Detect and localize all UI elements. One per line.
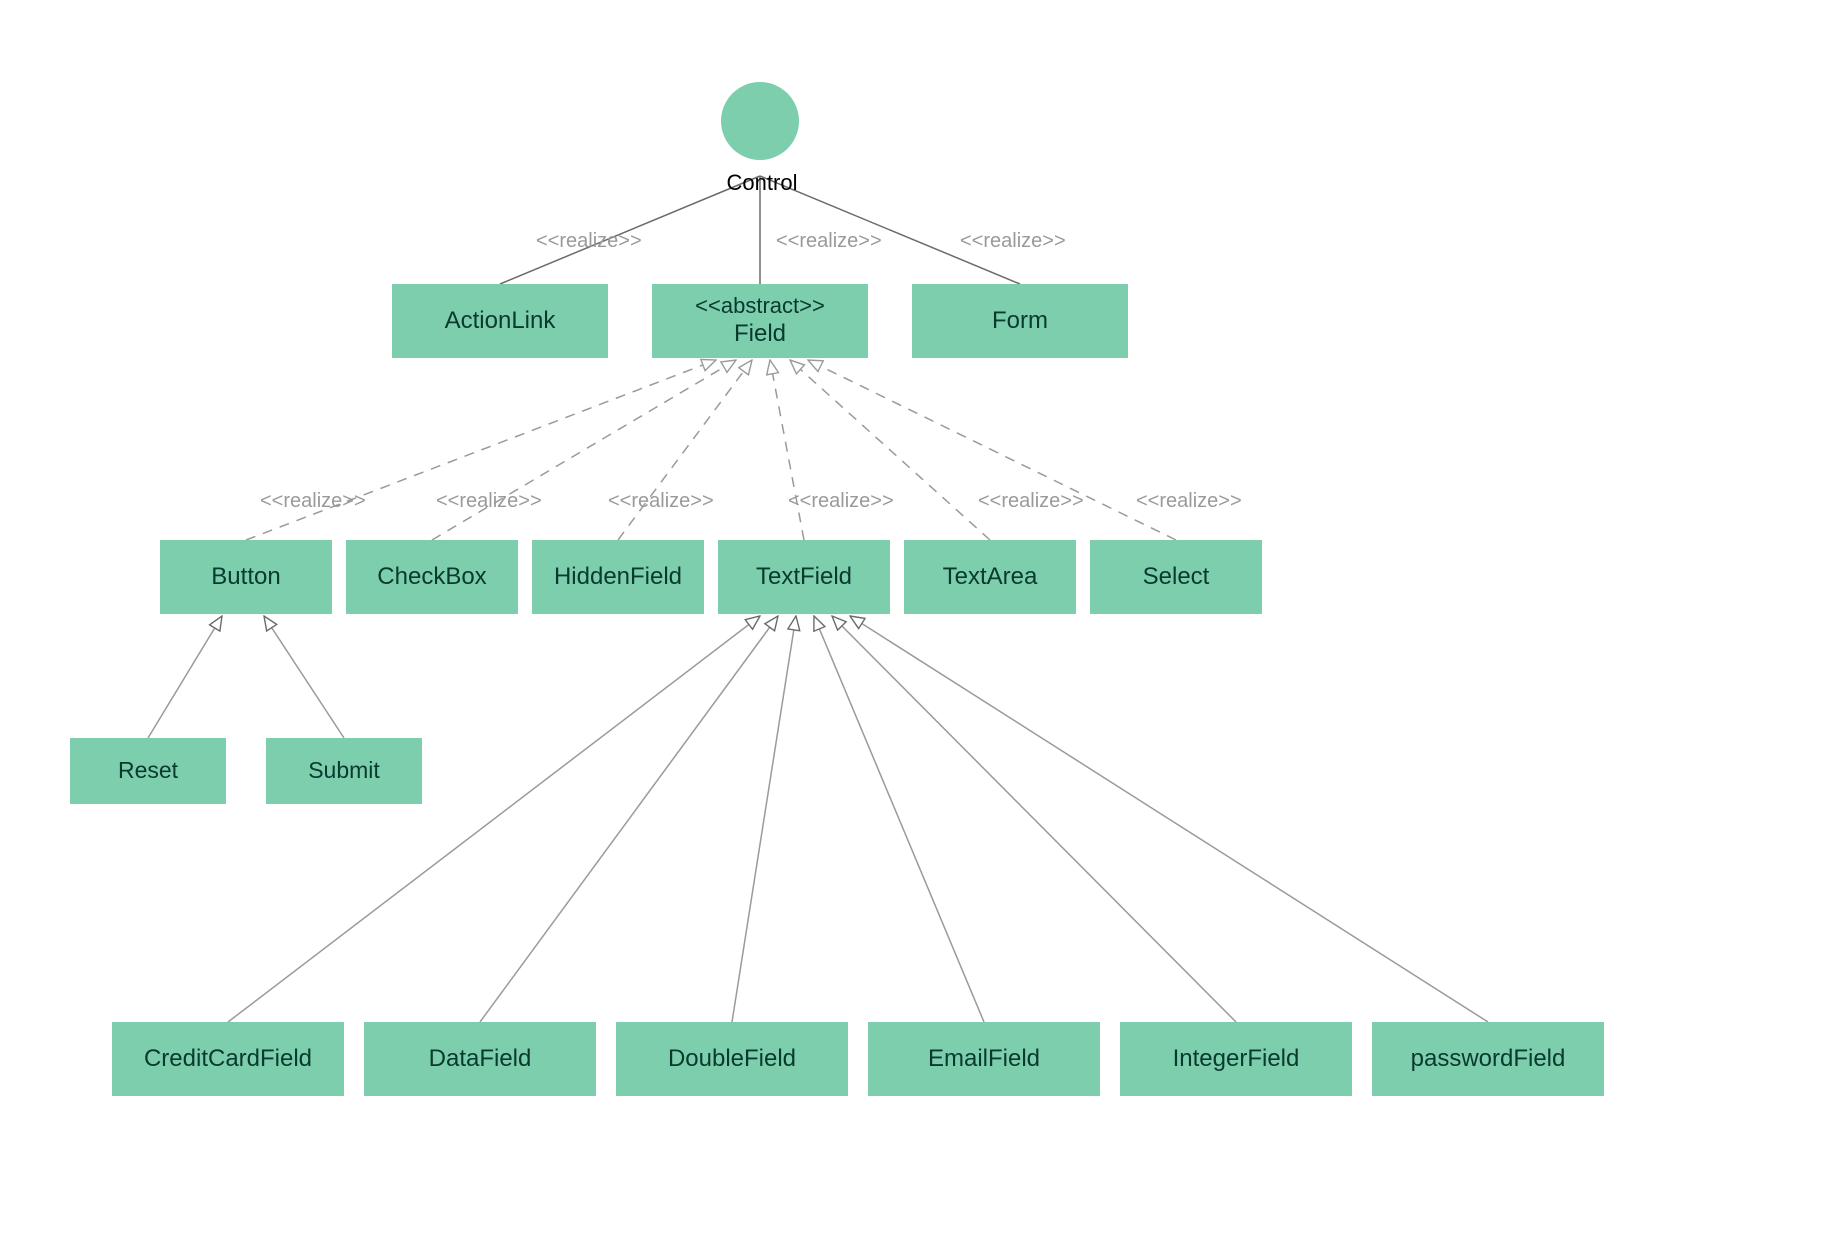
- node-label: IntegerField: [1173, 1045, 1300, 1074]
- edge-label-realize: <<realize>>: [436, 490, 542, 513]
- node-form: Form: [912, 284, 1128, 358]
- node-label: Field: [734, 320, 786, 349]
- node-label: Select: [1143, 563, 1210, 592]
- node-textarea: TextArea: [904, 540, 1076, 614]
- edge-label-realize: <<realize>>: [978, 490, 1084, 513]
- node-label: TextField: [756, 563, 852, 592]
- node-label: Reset: [118, 757, 178, 785]
- node-label: ActionLink: [445, 307, 556, 336]
- node-datafield: DataField: [364, 1022, 596, 1096]
- node-integerfield: IntegerField: [1120, 1022, 1352, 1096]
- node-label: DataField: [429, 1045, 532, 1074]
- edge-label-realize: <<realize>>: [260, 490, 366, 513]
- node-submit: Submit: [266, 738, 422, 804]
- node-label: DoubleField: [668, 1045, 796, 1074]
- control-label: Control: [722, 170, 802, 196]
- node-passwordfield: passwordField: [1372, 1022, 1604, 1096]
- node-label: EmailField: [928, 1045, 1040, 1074]
- node-emailfield: EmailField: [868, 1022, 1100, 1096]
- node-button: Button: [160, 540, 332, 614]
- node-label: Form: [992, 307, 1048, 336]
- node-label: passwordField: [1411, 1045, 1566, 1074]
- node-label: CreditCardField: [144, 1045, 312, 1074]
- node-doublefield: DoubleField: [616, 1022, 848, 1096]
- node-stereotype: <<abstract>>: [695, 293, 825, 319]
- edge-label-realize: <<realize>>: [536, 230, 642, 253]
- edge-label-realize: <<realize>>: [1136, 490, 1242, 513]
- edge-label-realize: <<realize>>: [608, 490, 714, 513]
- node-select: Select: [1090, 540, 1262, 614]
- edge-label-realize: <<realize>>: [960, 230, 1066, 253]
- node-textfield: TextField: [718, 540, 890, 614]
- node-label: Submit: [308, 757, 380, 785]
- node-actionlink: ActionLink: [392, 284, 608, 358]
- node-label: CheckBox: [377, 563, 486, 592]
- control-interface-circle: [721, 82, 799, 160]
- node-hiddenfield: HiddenField: [532, 540, 704, 614]
- node-label: Button: [211, 563, 280, 592]
- node-field: <<abstract>> Field: [652, 284, 868, 358]
- node-label: HiddenField: [554, 563, 682, 592]
- edge-label-realize: <<realize>>: [788, 490, 894, 513]
- node-creditcardfield: CreditCardField: [112, 1022, 344, 1096]
- node-checkbox: CheckBox: [346, 540, 518, 614]
- node-reset: Reset: [70, 738, 226, 804]
- edge-label-realize: <<realize>>: [776, 230, 882, 253]
- node-label: TextArea: [943, 563, 1038, 592]
